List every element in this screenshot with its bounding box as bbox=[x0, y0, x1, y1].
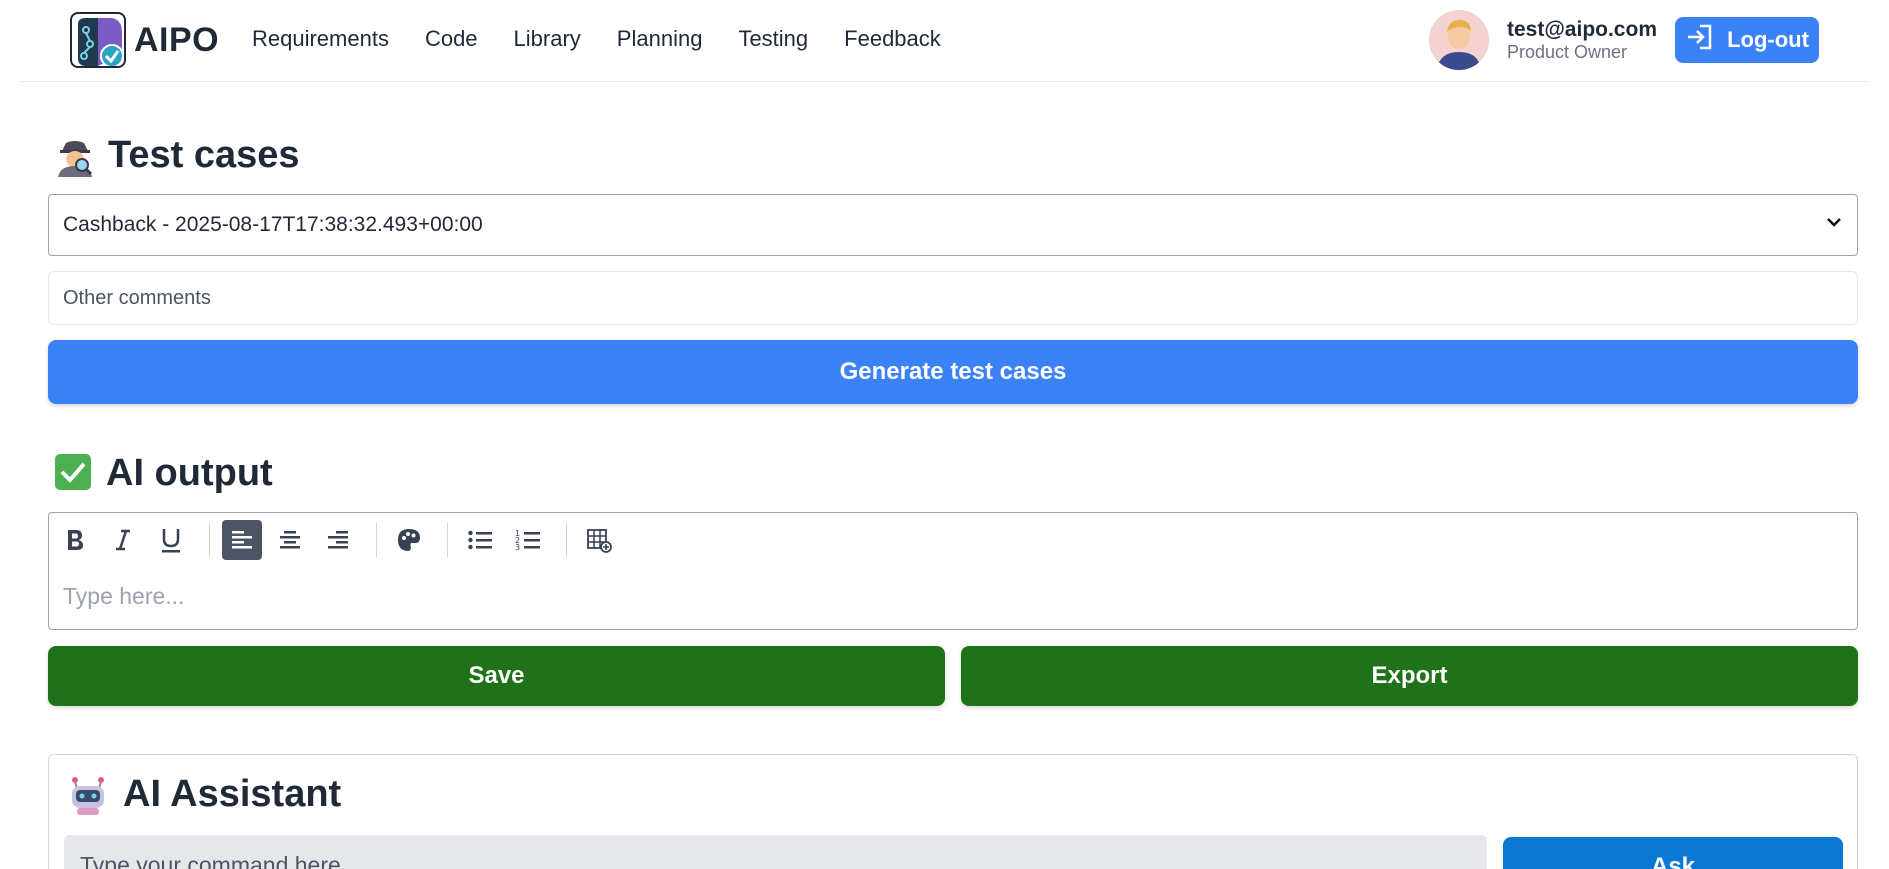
italic-icon[interactable] bbox=[103, 520, 143, 560]
robot-icon bbox=[67, 774, 109, 816]
toolbar-divider bbox=[447, 523, 448, 557]
login-arrow-icon bbox=[1685, 22, 1715, 58]
export-button[interactable]: Export bbox=[961, 646, 1858, 706]
nav-feedback[interactable]: Feedback bbox=[844, 26, 941, 52]
logout-button[interactable]: Log-out bbox=[1675, 17, 1819, 63]
requirement-select[interactable]: Cashback - 2025-08-17T17:38:32.493+00:00 bbox=[48, 194, 1858, 256]
insert-table-icon[interactable] bbox=[579, 520, 619, 560]
chevron-down-icon bbox=[1825, 213, 1843, 237]
editor-toolbar: 123 bbox=[55, 517, 627, 563]
numbered-list-icon[interactable]: 123 bbox=[508, 520, 548, 560]
align-center-icon[interactable] bbox=[270, 520, 310, 560]
user-panel: test@aipo.com Product Owner Log-out bbox=[1428, 10, 1819, 70]
toolbar-divider bbox=[376, 523, 377, 557]
requirement-select-value: Cashback - 2025-08-17T17:38:32.493+00:00 bbox=[63, 213, 483, 236]
logout-label: Log-out bbox=[1727, 27, 1809, 52]
editor-placeholder: Type here... bbox=[63, 583, 185, 609]
other-comments-input[interactable]: Other comments bbox=[48, 271, 1858, 325]
check-mark-icon bbox=[54, 453, 96, 495]
svg-text:3: 3 bbox=[515, 543, 520, 552]
ai-assistant-title: AI Assistant bbox=[123, 773, 342, 815]
align-left-icon[interactable] bbox=[222, 520, 262, 560]
generate-test-cases-button[interactable]: Generate test cases bbox=[48, 340, 1858, 404]
toolbar-divider bbox=[566, 523, 567, 557]
detective-icon bbox=[54, 135, 96, 177]
logo-icon bbox=[70, 12, 126, 68]
nav-planning[interactable]: Planning bbox=[617, 26, 703, 52]
nav-testing[interactable]: Testing bbox=[738, 26, 808, 52]
main-nav: Requirements Code Library Planning Testi… bbox=[252, 26, 977, 52]
ai-output-editor[interactable]: 123 Type here... bbox=[48, 512, 1858, 630]
align-right-icon[interactable] bbox=[318, 520, 358, 560]
toolbar-divider bbox=[209, 523, 210, 557]
save-button[interactable]: Save bbox=[48, 646, 945, 706]
ai-assistant-panel: AI Assistant Type your command here Ask bbox=[48, 754, 1858, 869]
test-cases-title: Test cases bbox=[108, 134, 300, 176]
command-input-placeholder: Type your command here bbox=[80, 851, 341, 869]
command-input[interactable]: Type your command here bbox=[64, 835, 1487, 869]
nav-requirements[interactable]: Requirements bbox=[252, 26, 389, 52]
test-cases-heading: Test cases bbox=[54, 134, 300, 177]
nav-library[interactable]: Library bbox=[514, 26, 581, 52]
palette-icon[interactable] bbox=[389, 520, 429, 560]
avatar bbox=[1428, 10, 1489, 70]
nav-code[interactable]: Code bbox=[425, 26, 478, 52]
ai-output-title: AI output bbox=[106, 452, 273, 494]
ask-button[interactable]: Ask bbox=[1503, 837, 1843, 869]
underline-icon[interactable] bbox=[151, 520, 191, 560]
user-info: test@aipo.com Product Owner bbox=[1507, 18, 1657, 63]
logo-text: AIPO bbox=[134, 20, 220, 59]
ai-output-heading: AI output bbox=[54, 452, 273, 495]
ai-assistant-heading: AI Assistant bbox=[67, 773, 341, 816]
top-header: AIPO Requirements Code Library Planning … bbox=[20, 0, 1869, 82]
bullet-list-icon[interactable] bbox=[460, 520, 500, 560]
user-email: test@aipo.com bbox=[1506, 17, 1657, 41]
other-comments-placeholder: Other comments bbox=[63, 286, 211, 309]
user-role: Product Owner bbox=[1506, 41, 1628, 62]
bold-icon[interactable] bbox=[55, 520, 95, 560]
logo[interactable]: AIPO bbox=[70, 12, 219, 68]
